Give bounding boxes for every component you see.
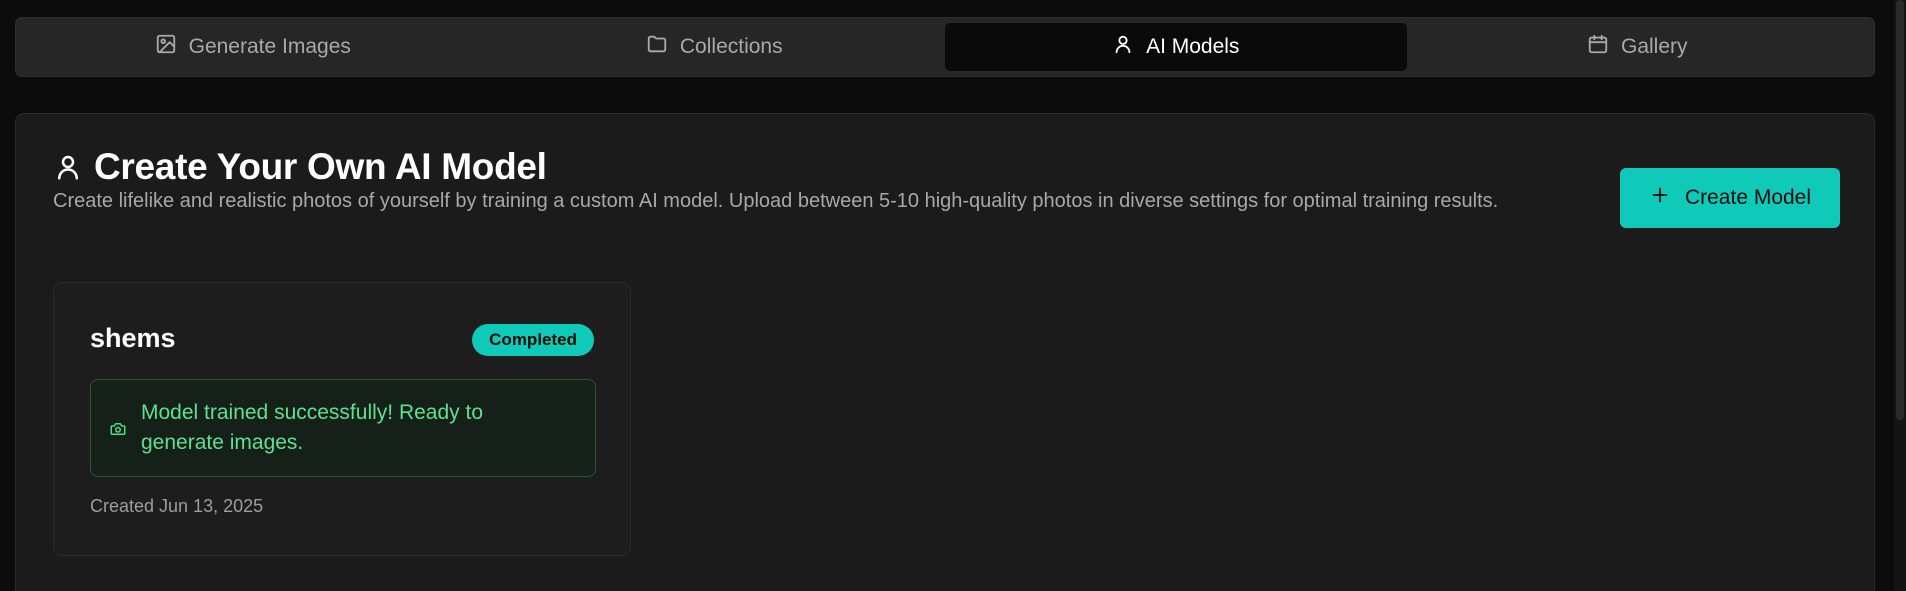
status-message-box: Model trained successfully! Ready to gen…: [90, 379, 596, 477]
tab-label: Collections: [679, 35, 783, 58]
scrollbar[interactable]: [1894, 0, 1906, 591]
tab-collections[interactable]: Collections: [484, 23, 946, 71]
camera-icon: [109, 420, 127, 438]
tab-label: Gallery: [1620, 35, 1688, 58]
tab-bar: Generate Images Collections AI Models Ga…: [15, 17, 1875, 77]
create-model-button[interactable]: Create Model: [1620, 168, 1840, 228]
page: Generate Images Collections AI Models Ga…: [0, 0, 1906, 591]
tab-gallery[interactable]: Gallery: [1407, 23, 1869, 71]
created-date: Created Jun 13, 2025: [90, 496, 264, 516]
tab-label: AI Models: [1146, 35, 1240, 58]
scrollbar-thumb[interactable]: [1896, 0, 1904, 420]
tab-ai-models[interactable]: AI Models: [945, 23, 1407, 71]
user-icon: [53, 152, 83, 182]
page-title: Create Your Own AI Model: [94, 146, 547, 187]
tab-label: Generate Images: [188, 35, 351, 58]
calendar-icon: [1587, 33, 1609, 61]
folder-icon: [646, 33, 668, 61]
status-badge: Completed: [472, 324, 594, 356]
model-name: shems: [90, 323, 176, 353]
page-description: Create lifelike and realistic photos of …: [53, 190, 1499, 212]
create-model-label: Create Model: [1684, 186, 1812, 209]
image-icon: [155, 33, 177, 61]
user-icon: [1112, 33, 1134, 61]
model-card[interactable]: shems Completed Model trained successful…: [53, 282, 631, 556]
plus-icon: [1649, 184, 1671, 212]
tab-generate-images[interactable]: Generate Images: [22, 23, 484, 71]
ai-models-panel: Create Your Own AI Model Create lifelike…: [15, 113, 1875, 591]
status-message: Model trained successfully! Ready to gen…: [141, 401, 483, 454]
